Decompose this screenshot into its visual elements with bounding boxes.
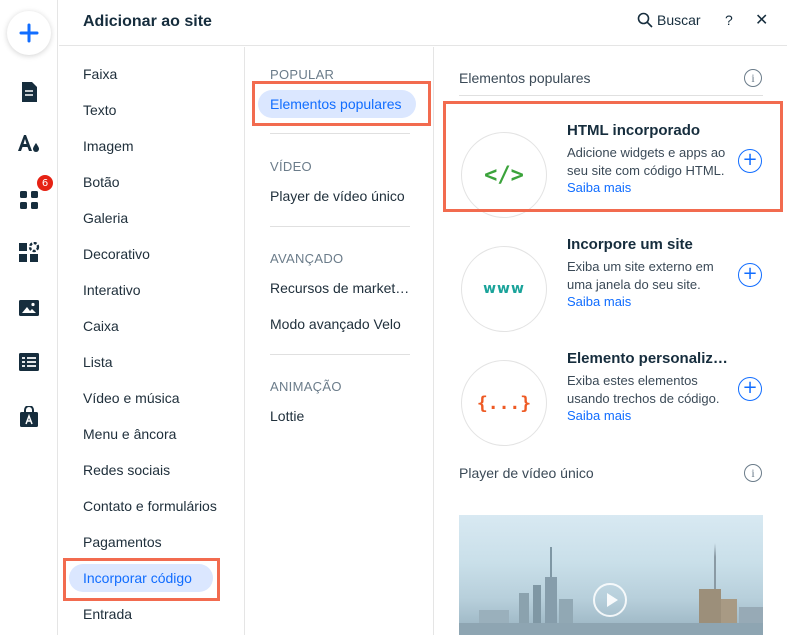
code-icon: </> — [484, 162, 524, 188]
media-icon — [19, 300, 39, 316]
divider — [270, 354, 410, 355]
element-name: Elemento personalizado — [567, 350, 729, 367]
element-description: Exiba um site externo em uma janela do s… — [567, 259, 714, 309]
divider — [459, 95, 763, 96]
section-heading-popular: Elementos populares — [459, 70, 591, 86]
element-embed-site[interactable]: www Incorpore um site Exiba um site exte… — [459, 236, 771, 332]
play-icon[interactable] — [593, 583, 627, 617]
braces-icon: {...} — [476, 392, 532, 414]
section-label-animation: ANIMAÇÃO — [270, 379, 342, 394]
search-button[interactable]: Buscar — [637, 12, 701, 28]
category-item[interactable]: Caixa — [83, 318, 233, 334]
category-item[interactable]: Imagem — [83, 138, 233, 154]
panel-title: Adicionar ao site — [83, 13, 212, 30]
divider — [270, 133, 410, 134]
html-embed-thumbnail: </> — [461, 132, 547, 218]
subcategory-single-video[interactable]: Player de vídeo único — [270, 188, 410, 204]
category-item[interactable]: Pagamentos — [83, 534, 233, 550]
element-name: Incorpore um site — [567, 236, 693, 253]
theme-button[interactable] — [16, 131, 42, 157]
left-rail: 6 — [0, 0, 58, 635]
add-elements-button[interactable] — [7, 11, 51, 55]
business-icon — [19, 242, 40, 262]
market-icon — [20, 406, 38, 427]
close-button[interactable]: ✕ — [755, 10, 768, 30]
category-list: Faixa Texto Imagem Botão Galeria Decorat… — [59, 47, 245, 635]
custom-element-thumbnail: {...} — [461, 360, 547, 446]
category-item[interactable]: Vídeo e música — [83, 390, 233, 406]
panel-header: Adicionar ao site Buscar ? ✕ — [59, 0, 787, 46]
page-icon — [22, 82, 37, 102]
element-custom-element[interactable]: {...} Elemento personalizado Exiba estes… — [459, 350, 771, 446]
cms-icon — [19, 353, 39, 371]
video-player-preview[interactable] — [459, 515, 763, 635]
add-element-button[interactable]: + — [738, 377, 762, 401]
category-item[interactable]: Decorativo — [83, 246, 233, 262]
city-skyline-image — [459, 543, 763, 635]
subcategory-popular-elements[interactable]: Elementos populares — [258, 90, 416, 118]
section-label-video: VÍDEO — [270, 159, 312, 174]
help-button[interactable]: ? — [725, 12, 733, 28]
media-button[interactable] — [16, 295, 42, 321]
app-market-button[interactable] — [16, 404, 42, 430]
category-item[interactable]: Lista — [83, 354, 233, 370]
learn-more-link[interactable]: Saiba mais — [567, 408, 631, 423]
category-item[interactable]: Contato e formulários — [83, 498, 233, 514]
search-label: Buscar — [657, 12, 701, 28]
section-label-popular: POPULAR — [270, 67, 335, 82]
category-item[interactable]: Menu e âncora — [83, 426, 233, 442]
subcategory-marketing[interactable]: Recursos de marketing — [270, 280, 410, 296]
element-description: Exiba estes elementos usando trechos de … — [567, 373, 720, 423]
category-item[interactable]: Entrada — [83, 606, 233, 622]
learn-more-link[interactable]: Saiba mais — [567, 294, 631, 309]
subcategory-list: POPULAR Elementos populares VÍDEO Player… — [246, 47, 434, 635]
subcategory-velo[interactable]: Modo avançado Velo — [270, 316, 410, 332]
category-item[interactable]: Galeria — [83, 210, 233, 226]
category-item[interactable]: Redes sociais — [83, 462, 233, 478]
element-name: HTML incorporado — [567, 122, 701, 139]
add-icon — [19, 23, 39, 43]
category-item[interactable]: Interativo — [83, 282, 233, 298]
learn-more-link[interactable]: Saiba mais — [567, 180, 631, 195]
elements-panel: Elementos populares i </> HTML incorpora… — [435, 47, 787, 635]
add-element-button[interactable]: + — [738, 149, 762, 173]
business-button[interactable] — [16, 240, 42, 266]
info-icon[interactable]: i — [744, 69, 762, 87]
category-item[interactable]: Faixa — [83, 66, 233, 82]
element-html-embed[interactable]: </> HTML incorporado Adicione widgets e … — [459, 122, 771, 218]
pages-button[interactable] — [16, 79, 42, 105]
category-item[interactable]: Texto — [83, 102, 233, 118]
category-item[interactable]: Botão — [83, 174, 233, 190]
search-icon — [637, 12, 653, 28]
section-label-advanced: AVANÇADO — [270, 251, 344, 266]
add-element-button[interactable]: + — [738, 263, 762, 287]
divider — [270, 226, 410, 227]
info-icon[interactable]: i — [744, 464, 762, 482]
element-description: Adicione widgets e apps ao seu site com … — [567, 145, 726, 195]
embed-site-thumbnail: www — [461, 246, 547, 332]
cms-button[interactable] — [16, 349, 42, 375]
theme-icon — [18, 135, 39, 152]
section-heading-video: Player de vídeo único — [459, 465, 594, 481]
apps-button[interactable] — [16, 187, 42, 213]
apps-icon — [20, 191, 38, 209]
apps-count-badge: 6 — [37, 175, 53, 191]
www-icon: www — [483, 281, 525, 297]
category-item-active[interactable]: Incorporar código — [69, 564, 213, 592]
subcategory-lottie[interactable]: Lottie — [270, 408, 410, 424]
